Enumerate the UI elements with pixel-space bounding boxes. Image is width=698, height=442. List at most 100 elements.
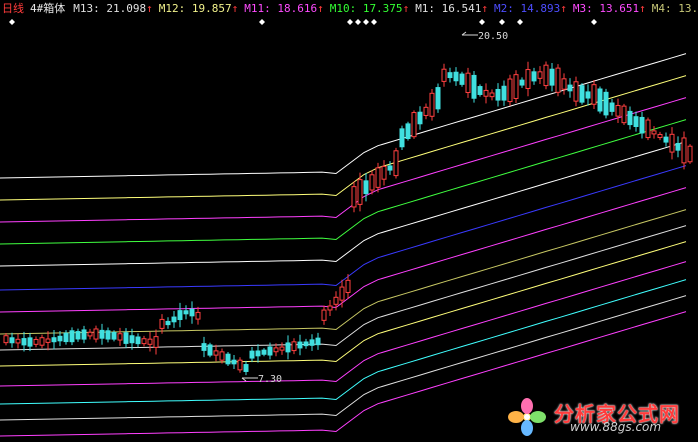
ma-readout-text: M2: 14.893 [494, 2, 561, 15]
candle-body [297, 341, 303, 349]
candle-body [495, 88, 501, 101]
candle-body [135, 336, 141, 345]
candle-body [681, 137, 687, 164]
candle-body [387, 165, 393, 171]
candle-body [183, 310, 189, 315]
candle-body [9, 337, 15, 344]
candle-body [573, 81, 579, 102]
pinwheel-logo-icon [508, 398, 546, 436]
candle-body [285, 342, 291, 353]
low-price-label: 7.30 [258, 374, 282, 385]
up-arrow-icon: ↑ [317, 2, 324, 15]
candle-body [477, 86, 483, 95]
candle-body [171, 316, 177, 323]
candle-body [33, 338, 39, 345]
candle-body [537, 71, 543, 79]
candle-body [447, 72, 453, 79]
candle-body [357, 179, 363, 205]
up-arrow-icon: ↑ [231, 2, 239, 15]
candle-body [141, 338, 147, 345]
ma-readout-text: M4: 13.234 [651, 2, 698, 15]
candle-body [231, 359, 237, 365]
ma-readout-2: M11: 18.616↑ [244, 2, 323, 16]
candle-body [237, 359, 243, 371]
band-line-7 [0, 209, 687, 335]
candle-body [513, 74, 519, 99]
candle-body [645, 119, 651, 139]
candle-body [375, 167, 381, 188]
ma-readout-3: M10: 17.375↑ [330, 2, 409, 16]
candle-body [669, 133, 675, 153]
ma-readout-4: M1: 16.541↑ [415, 2, 488, 16]
candle-body [555, 67, 561, 93]
candle-body [549, 68, 555, 86]
candle-body [321, 309, 327, 321]
candle-body [279, 346, 285, 351]
candle-body [15, 338, 21, 344]
candlesticks [3, 61, 693, 376]
indicator-name: 4#箱体 [30, 2, 66, 15]
candle-body [243, 364, 249, 372]
candle-body [351, 186, 357, 208]
up-arrow-icon: ↑ [639, 2, 646, 15]
candle-body [675, 142, 681, 151]
signal-diamond-icon [499, 19, 505, 25]
candle-body [177, 310, 183, 321]
candle-body [615, 104, 621, 117]
candle-body [507, 78, 513, 103]
candle-body [123, 332, 129, 344]
signal-diamond-icon [479, 19, 485, 25]
candle-body [27, 337, 33, 347]
candle-body [189, 308, 195, 317]
candle-body [75, 331, 81, 340]
candle-body [51, 337, 57, 343]
candle-body [597, 88, 603, 112]
price-chart[interactable]: 20.50 7.30 [0, 0, 698, 442]
candle-body [399, 128, 405, 148]
candle-body [327, 305, 333, 311]
candle-body [429, 92, 435, 117]
candle-body [591, 84, 597, 105]
band-line-9 [0, 241, 687, 367]
candle-body [489, 92, 495, 98]
signal-diamond-icon [363, 19, 369, 25]
candle-body [585, 91, 591, 99]
candle-body [261, 349, 267, 355]
candle-body [69, 330, 75, 343]
candle-body [3, 335, 9, 344]
candle-body [273, 347, 279, 353]
candle-body [441, 68, 447, 82]
candle-body [471, 74, 477, 99]
signal-diamond-icon [355, 19, 361, 25]
ma-readout-0: M13: 21.098↑ [73, 2, 152, 16]
candle-body [525, 69, 531, 89]
candle-body [303, 341, 309, 347]
indicator-header: 日线 4#箱体 M13: 21.098↑ M12: 19.857↑ M11: 18.… [2, 2, 698, 16]
candle-body [345, 279, 351, 293]
candle-body [195, 311, 201, 320]
candle-body [627, 110, 633, 126]
ma-readout-text: M10: 17.375 [329, 2, 403, 15]
candle-body [483, 89, 489, 97]
ma-readout-text: M1: 16.541 [415, 2, 482, 15]
signal-diamond-icon [9, 19, 15, 25]
ma-readout-text: M3: 13.651 [572, 2, 640, 15]
candle-body [255, 350, 261, 357]
high-price-label: 20.50 [478, 31, 508, 42]
candle-body [453, 71, 459, 82]
candle-body [687, 145, 693, 163]
ma-readout-7: M4: 13.234↑ [652, 2, 698, 16]
signal-diamond-icon [517, 19, 523, 25]
candle-body [633, 116, 639, 127]
signal-diamond-icon [259, 19, 265, 25]
candle-body [105, 330, 111, 340]
candle-body [87, 331, 93, 337]
up-arrow-icon: ↑ [146, 2, 153, 15]
candle-body [309, 339, 315, 346]
candle-body [21, 338, 27, 346]
box-band-lines [0, 53, 687, 437]
candle-body [405, 123, 411, 140]
timeframe-label[interactable]: 日线 [2, 2, 24, 16]
candle-body [333, 296, 339, 305]
candle-body [267, 346, 273, 356]
